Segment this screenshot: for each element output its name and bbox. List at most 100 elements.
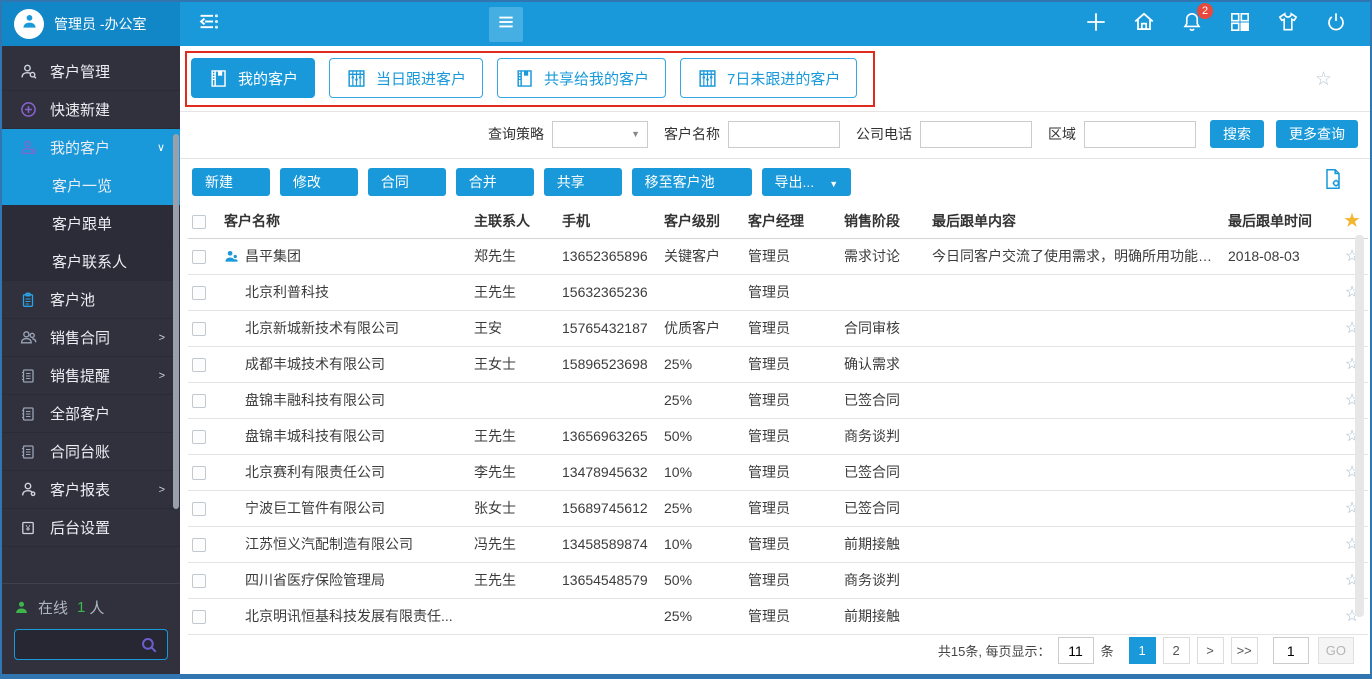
page-size-input[interactable] (1057, 637, 1094, 664)
sidebar-search-input[interactable] (24, 637, 140, 652)
customer-name: 宁波巨工管件有限公司 (245, 500, 385, 516)
export-settings-button[interactable] (1322, 167, 1344, 196)
sidebar-item[interactable]: 合同台账 (2, 433, 180, 471)
header-last-content[interactable]: 最后跟单内容 (928, 205, 1224, 239)
table-scrollbar[interactable] (1355, 235, 1364, 617)
header-star-icon[interactable]: ★ (1344, 211, 1359, 230)
last-page-button[interactable]: >> (1230, 637, 1258, 664)
goto-page-input[interactable] (1272, 637, 1309, 664)
action-button[interactable]: 移至客户池▼ (631, 167, 752, 196)
table-row[interactable]: 北京赛利有限责任公司 李先生 13478945632 10% 管理员 已签合同 … (188, 454, 1368, 491)
sidebar-item[interactable]: 销售提醒 > (2, 357, 180, 395)
sidebar-item[interactable]: 客户池 (2, 281, 180, 319)
header-stage[interactable]: 销售阶段 (840, 205, 928, 239)
mobile-cell: 15632365236 (558, 274, 660, 311)
table-row[interactable]: 北京利普科技 王先生 15632365236 管理员 ☆ (188, 274, 1368, 311)
table-row[interactable]: 宁波巨工管件有限公司 张女士 15689745612 25% 管理员 已签合同 … (188, 490, 1368, 527)
row-checkbox[interactable] (192, 358, 206, 373)
collapse-sidebar-icon[interactable] (196, 9, 221, 39)
sidebar-item[interactable]: 快速新建 (2, 91, 180, 129)
sidebar-item[interactable]: 客户报表 > (2, 471, 180, 509)
customer-tab[interactable]: 7日未跟进的客户 (680, 58, 858, 98)
more-menu-button[interactable] (489, 6, 523, 42)
online-user-icon (14, 600, 29, 615)
row-checkbox[interactable] (192, 610, 206, 625)
avatar[interactable] (14, 9, 44, 39)
table-row[interactable]: 盘锦丰融科技有限公司 25% 管理员 已签合同 ☆ (188, 382, 1368, 419)
row-checkbox[interactable] (192, 574, 206, 589)
row-checkbox[interactable] (192, 502, 206, 517)
action-button[interactable]: 新建▼ (192, 167, 270, 196)
row-checkbox[interactable] (192, 250, 206, 265)
search-icon[interactable] (140, 636, 158, 654)
manager-cell: 管理员 (744, 490, 840, 527)
go-button[interactable]: GO (1317, 637, 1354, 664)
table-row[interactable]: 北京新城新技术有限公司 王安 15765432187 优质客户 管理员 合同审核… (188, 310, 1368, 347)
search-button[interactable]: 搜索 (1210, 120, 1264, 148)
action-button[interactable]: 合同▼ (367, 167, 446, 196)
total-count-label: 共15条, 每页显示： (937, 644, 1051, 659)
contact-cell (470, 382, 558, 419)
table-row[interactable]: 成都丰城技术有限公司 王女士 15896523698 25% 管理员 确认需求 … (188, 346, 1368, 383)
header-manager[interactable]: 客户经理 (744, 205, 840, 239)
row-checkbox[interactable] (192, 538, 206, 553)
header-mobile[interactable]: 手机 (558, 205, 660, 239)
customer-tab[interactable]: 共享给我的客户 (497, 58, 667, 98)
sidebar-item[interactable]: 客户联系人 (2, 243, 180, 281)
table-row[interactable]: 四川省医疗保险管理局 王先生 13654548579 50% 管理员 商务谈判 … (188, 562, 1368, 599)
sidebar-item[interactable]: 客户管理 (2, 53, 180, 91)
favorite-page-star-icon[interactable]: ☆ (1315, 68, 1332, 91)
abacus-icon (697, 68, 718, 89)
header-customer-name[interactable]: 客户名称 (220, 205, 470, 239)
manager-cell: 管理员 (744, 598, 840, 635)
sidebar-item[interactable]: ¥ 后台设置 (2, 509, 180, 547)
last-content-cell (928, 418, 1224, 455)
sidebar-scrollbar[interactable] (173, 134, 179, 509)
apps-button[interactable] (1228, 10, 1252, 39)
header-contact[interactable]: 主联系人 (470, 205, 558, 239)
header-last-date[interactable]: 最后跟单时间 (1224, 205, 1336, 239)
action-button[interactable]: 导出... ▼ (761, 167, 852, 196)
home-button[interactable] (1132, 10, 1156, 39)
tabs-annotation-box: 我的客户 当日跟进客户 共享给我的客户 7日未跟进的客户 (185, 51, 876, 107)
select-all-checkbox[interactable] (192, 215, 206, 230)
tab-label: 共享给我的客户 (544, 70, 650, 88)
customer-tab[interactable]: 当日跟进客户 (329, 58, 484, 98)
action-button[interactable]: 合并▼ (455, 167, 534, 196)
strategy-select[interactable]: ▼ (552, 120, 648, 148)
table-row[interactable]: 昌平集团 郑先生 13652365896 关键客户 管理员 需求讨论 今日同客户… (188, 238, 1368, 275)
row-checkbox[interactable] (192, 430, 206, 445)
table-area: 客户名称 主联系人 手机 客户级别 客户经理 销售阶段 最后跟单内容 最后跟单时… (180, 205, 1370, 635)
company-phone-input[interactable] (920, 120, 1032, 148)
more-search-button[interactable]: 更多查询 (1276, 120, 1358, 148)
page-button-1[interactable]: 1 (1128, 637, 1156, 664)
region-input[interactable] (1084, 120, 1196, 148)
stage-cell: 前期接触 (840, 598, 928, 635)
theme-button[interactable] (1276, 10, 1300, 39)
sidebar-item[interactable]: 销售合同 > (2, 319, 180, 357)
row-checkbox[interactable] (192, 286, 206, 301)
customer-name-input[interactable] (728, 120, 840, 148)
sidebar-item[interactable]: 客户跟单 (2, 205, 180, 243)
table-row[interactable]: 盘锦丰城科技有限公司 王先生 13656963265 50% 管理员 商务谈判 … (188, 418, 1368, 455)
action-button[interactable]: 修改▼ (279, 167, 358, 196)
action-button[interactable]: 共享▼ (543, 167, 622, 196)
row-checkbox[interactable] (192, 322, 206, 337)
user-group-icon (19, 139, 37, 156)
next-page-button[interactable]: > (1196, 637, 1224, 664)
notifications-button[interactable]: 2 (1180, 2, 1213, 39)
add-button[interactable] (1084, 10, 1108, 39)
logout-button[interactable] (1324, 10, 1348, 39)
row-checkbox[interactable] (192, 466, 206, 481)
page-button-2[interactable]: 2 (1162, 637, 1190, 664)
header-level[interactable]: 客户级别 (660, 205, 744, 239)
row-checkbox[interactable] (192, 394, 206, 409)
table-row[interactable]: 北京明讯恒基科技发展有限责任... 25% 管理员 前期接触 ☆ (188, 598, 1368, 635)
table-row[interactable]: 江苏恒义汽配制造有限公司 冯先生 13458589874 10% 管理员 前期接… (188, 526, 1368, 563)
sidebar-item[interactable]: 我的客户 ∨ (2, 129, 180, 167)
topbar-user-area[interactable]: 管理员 -办公室 (2, 2, 180, 46)
sidebar-item[interactable]: 客户一览 (2, 167, 180, 205)
sidebar-item[interactable]: 全部客户 (2, 395, 180, 433)
last-content-cell (928, 382, 1224, 419)
customer-tab[interactable]: 我的客户 (191, 58, 316, 98)
